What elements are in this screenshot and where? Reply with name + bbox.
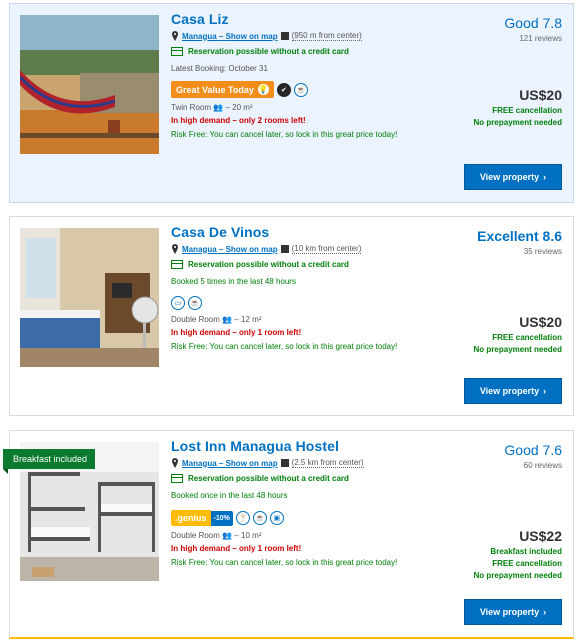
pin-icon <box>172 31 178 41</box>
review-score[interactable]: Excellent 8.6 <box>402 228 562 244</box>
breakfast-icon: ☕ <box>293 82 308 97</box>
review-count: 60 reviews <box>523 461 562 470</box>
badge-row: ▭ ☕ <box>171 296 411 310</box>
credit-card-icon <box>171 474 183 483</box>
chevron-right-icon: › <box>543 386 547 396</box>
risk-free-note: Risk Free: You can cancel later, so lock… <box>171 558 398 567</box>
room-type: Double Room 👥 – 12 m² <box>171 315 262 324</box>
chevron-right-icon: › <box>543 172 547 182</box>
booking-note: Booked once in the last 48 hours <box>171 491 288 500</box>
distance-text: (2.5 km from center) <box>291 458 364 468</box>
distance-text: (10 km from center) <box>291 244 362 254</box>
parking-icon: ☕ <box>188 296 202 310</box>
risk-free-note: Risk Free: You can cancel later, so lock… <box>171 130 398 139</box>
property-name[interactable]: Casa De Vinos <box>171 224 411 240</box>
risk-free-note: Risk Free: You can cancel later, so lock… <box>171 342 398 351</box>
review-score[interactable]: Good 7.8 <box>402 15 562 31</box>
location-link[interactable]: Managua – Show on map <box>182 32 278 41</box>
checkmark-icon: ✔ <box>276 82 291 97</box>
people-icon: 👥 <box>213 103 224 112</box>
review-score[interactable]: Good 7.6 <box>402 442 562 458</box>
price-notes: Breakfast included FREE cancellation No … <box>473 547 562 580</box>
room-type: Double Room 👥 – 10 m² <box>171 531 262 540</box>
lightbulb-icon: 💡 <box>257 84 269 95</box>
high-demand-note: In high demand – only 1 room left! <box>171 544 302 553</box>
credit-card-icon <box>171 260 183 269</box>
credit-card-icon <box>171 47 183 56</box>
pin-icon <box>172 458 178 468</box>
high-demand-note: In high demand – only 2 rooms left! <box>171 116 306 125</box>
bed-icon: ▭ <box>171 296 185 310</box>
distance-text: (950 m from center) <box>291 31 362 41</box>
booking-note: Booked 5 times in the last 48 hours <box>171 277 296 286</box>
price-notes: FREE cancellation No prepayment needed <box>473 106 562 127</box>
no-credit-card-note: Reservation possible without a credit ca… <box>171 260 411 269</box>
breakfast-icon: ☕ <box>252 511 267 525</box>
people-icon: 👥 <box>222 315 233 324</box>
price-notes: FREE cancellation No prepayment needed <box>473 333 562 354</box>
map-icon <box>280 459 289 467</box>
price: US$22 <box>519 528 562 544</box>
view-property-button[interactable]: View property › <box>464 599 562 625</box>
map-icon <box>280 245 289 253</box>
chevron-right-icon: › <box>543 607 547 617</box>
badge-row: .genius -10% 🍸 ☕ ▣ <box>171 510 411 526</box>
booking-note: Latest Booking: October 31 <box>171 64 268 73</box>
property-name[interactable]: Lost Inn Managua Hostel <box>171 438 411 454</box>
coffee-icon: ▣ <box>269 511 284 525</box>
great-value-badge[interactable]: Great Value Today 💡 <box>171 81 274 98</box>
view-property-button[interactable]: View property › <box>464 164 562 190</box>
no-credit-card-note: Reservation possible without a credit ca… <box>171 474 411 483</box>
map-icon <box>280 32 289 40</box>
pin-icon <box>172 244 178 254</box>
genius-badge[interactable]: .genius <box>171 510 211 526</box>
price: US$20 <box>519 87 562 103</box>
review-count: 35 reviews <box>523 247 562 256</box>
no-credit-card-note: Reservation possible without a credit ca… <box>171 47 411 56</box>
property-photo[interactable] <box>20 15 159 154</box>
high-demand-note: In high demand – only 1 room left! <box>171 328 302 337</box>
location-line: Managua – Show on map (950 m from center… <box>171 31 411 41</box>
people-icon: 👥 <box>222 531 233 540</box>
review-count: 121 reviews <box>519 34 562 43</box>
location-line: Managua – Show on map (10 km from center… <box>171 244 411 254</box>
property-card: Casa Liz Managua – Show on map (950 m fr… <box>9 3 574 203</box>
cocktail-icon: 🍸 <box>235 511 250 525</box>
location-line: Managua – Show on map (2.5 km from cente… <box>171 458 411 468</box>
location-link[interactable]: Managua – Show on map <box>182 245 278 254</box>
breakfast-included-ribbon: Breakfast included <box>3 449 96 474</box>
genius-discount: -10% <box>210 510 233 526</box>
property-name[interactable]: Casa Liz <box>171 11 411 27</box>
property-photo[interactable] <box>20 228 159 367</box>
view-property-button[interactable]: View property › <box>464 378 562 404</box>
property-card: Casa De Vinos Managua – Show on map (10 … <box>9 216 574 416</box>
location-link[interactable]: Managua – Show on map <box>182 459 278 468</box>
badge-row: Great Value Today 💡 ✔ ☕ <box>171 81 411 98</box>
price: US$20 <box>519 314 562 330</box>
room-type: Twin Room 👥 – 20 m² <box>171 103 253 112</box>
